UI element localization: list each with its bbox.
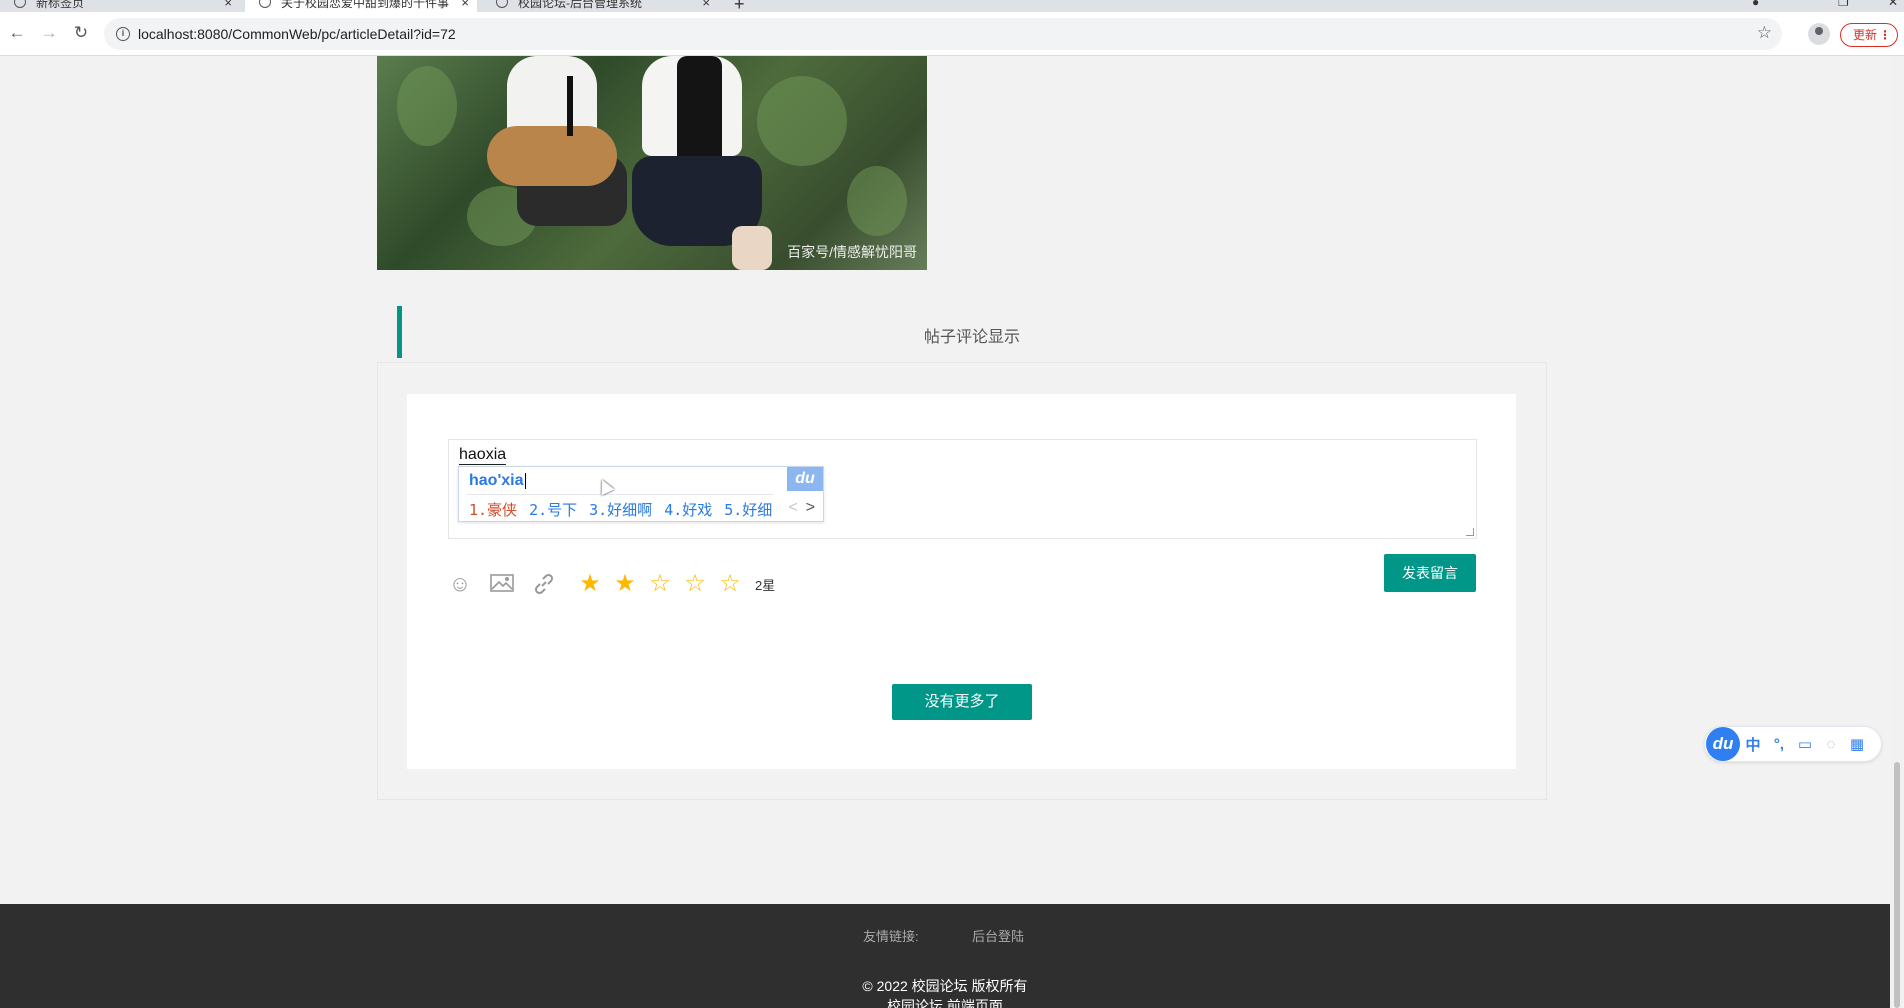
admin-login-link[interactable]: 后台登陆: [972, 926, 1024, 945]
star-filled-icon[interactable]: ★: [578, 572, 602, 596]
close-tab-icon[interactable]: ×: [702, 0, 710, 10]
close-tab-icon[interactable]: ×: [461, 0, 469, 10]
ime-punct-toggle[interactable]: °,: [1766, 736, 1792, 753]
ime-candidate[interactable]: 3.好细啊: [589, 501, 652, 519]
ime-candidate[interactable]: 1.豪侠: [469, 501, 517, 519]
restore-window-icon[interactable]: ❐: [1838, 0, 1849, 9]
ime-next-icon[interactable]: >: [806, 499, 815, 516]
globe-icon: [14, 0, 26, 8]
ime-pinyin: hao'xia: [469, 472, 526, 490]
browser-tab-admin[interactable]: 校园论坛-后台管理系统 ×: [482, 0, 718, 12]
scrollbar-thumb[interactable]: [1894, 762, 1900, 1008]
url-text[interactable]: localhost:8080/CommonWeb/pc/articleDetai…: [138, 26, 456, 42]
ime-logo: du: [787, 467, 823, 491]
star-empty-icon[interactable]: ☆: [683, 572, 707, 596]
update-button[interactable]: 更新 ⋮: [1840, 23, 1898, 47]
comments-section-header: 帖子评论显示: [397, 306, 1547, 358]
info-icon[interactable]: i: [116, 27, 130, 41]
reload-icon[interactable]: ↻: [70, 22, 92, 44]
link-icon[interactable]: [532, 572, 556, 596]
ime-prev-icon[interactable]: <: [788, 499, 797, 516]
star-empty-icon[interactable]: ☆: [648, 572, 672, 596]
ime-candidate[interactable]: 4.好戏: [664, 501, 712, 519]
bookmark-star-icon[interactable]: ☆: [1757, 23, 1772, 43]
grid-icon[interactable]: ▦: [1844, 735, 1870, 753]
menu-kebab-icon: ⋮: [1879, 28, 1891, 42]
browser-tab-strip: 新标签页 × 关于校园恋爱中甜到爆的十件事 × 校园论坛-后台管理系统 × + …: [0, 0, 1904, 12]
rating-text: 2星: [755, 577, 776, 593]
smiley-icon[interactable]: ☺: [448, 572, 472, 596]
comment-input-value: haoxia: [459, 446, 507, 465]
ime-page-arrows: < >: [788, 499, 815, 517]
tab-search-icon[interactable]: ●: [1752, 0, 1759, 9]
close-window-icon[interactable]: ✕: [1888, 0, 1898, 9]
keyboard-icon[interactable]: ▭: [1792, 735, 1818, 753]
forward-icon[interactable]: →: [38, 22, 60, 44]
article-image: 百家号/情感解忧阳哥: [377, 56, 927, 270]
star-filled-icon[interactable]: ★: [613, 572, 637, 596]
ime-candidate-popup: hao'xia du 1.豪侠 2.号下 3.好细啊 4.好戏 5.好细 < >: [458, 466, 824, 522]
page-footer: 友情链接: 后台登陆 © 2022 校园论坛 版权所有 校园论坛 前端页面: [0, 904, 1904, 1008]
close-tab-icon[interactable]: ×: [224, 0, 232, 10]
ime-candidate[interactable]: 2.号下: [529, 501, 577, 519]
ime-lang-toggle[interactable]: 中: [1740, 734, 1766, 755]
address-bar: ← → ↻ i localhost:8080/CommonWeb/pc/arti…: [0, 12, 1904, 56]
image-icon[interactable]: [490, 572, 514, 596]
front-page-label: 校园论坛 前端页面: [887, 998, 1003, 1008]
tab-label: 校园论坛-后台管理系统: [518, 0, 642, 10]
new-tab-button[interactable]: +: [734, 0, 745, 12]
globe-icon: [496, 0, 508, 8]
user-icon[interactable]: ◌: [1818, 736, 1844, 753]
publish-comment-button[interactable]: 发表留言: [1384, 554, 1476, 592]
no-more-button[interactable]: 没有更多了: [892, 684, 1032, 720]
ime-pinyin-text: hao'xia: [469, 472, 524, 489]
friend-links-label: 友情链接:: [863, 929, 919, 944]
ime-floating-toolbar: du 中 °, ▭ ◌ ▦: [1704, 726, 1882, 762]
ime-candidates: 1.豪侠 2.号下 3.好细啊 4.好戏 5.好细: [469, 499, 784, 520]
url-omnibox[interactable]: i localhost:8080/CommonWeb/pc/articleDet…: [104, 18, 1782, 50]
copyright-text: © 2022 校园论坛 版权所有: [862, 978, 1028, 994]
tab-label: 新标签页: [36, 0, 85, 10]
update-label: 更新: [1853, 28, 1878, 42]
rating-stars: ★ ★ ☆ ☆ ☆: [578, 572, 753, 596]
star-empty-icon[interactable]: ☆: [718, 572, 742, 596]
profile-avatar-icon[interactable]: [1808, 23, 1830, 45]
page-scrollbar[interactable]: [1890, 56, 1904, 1008]
ime-toolbar-logo[interactable]: du: [1706, 727, 1740, 761]
globe-icon: [259, 0, 271, 8]
tab-label: 关于校园恋爱中甜到爆的十件事: [281, 0, 450, 10]
resize-handle[interactable]: [1466, 528, 1474, 536]
browser-tab-new[interactable]: 新标签页 ×: [0, 0, 240, 12]
browser-tab-article[interactable]: 关于校园恋爱中甜到爆的十件事 ×: [245, 0, 477, 12]
back-icon[interactable]: ←: [6, 22, 28, 44]
comment-toolbar: ☺ ★ ★ ☆ ☆ ☆ 2星: [448, 570, 775, 598]
image-watermark: 百家号/情感解忧阳哥: [787, 244, 917, 260]
ime-candidate[interactable]: 5.好细: [724, 501, 772, 519]
comments-section-title: 帖子评论显示: [923, 329, 1020, 346]
